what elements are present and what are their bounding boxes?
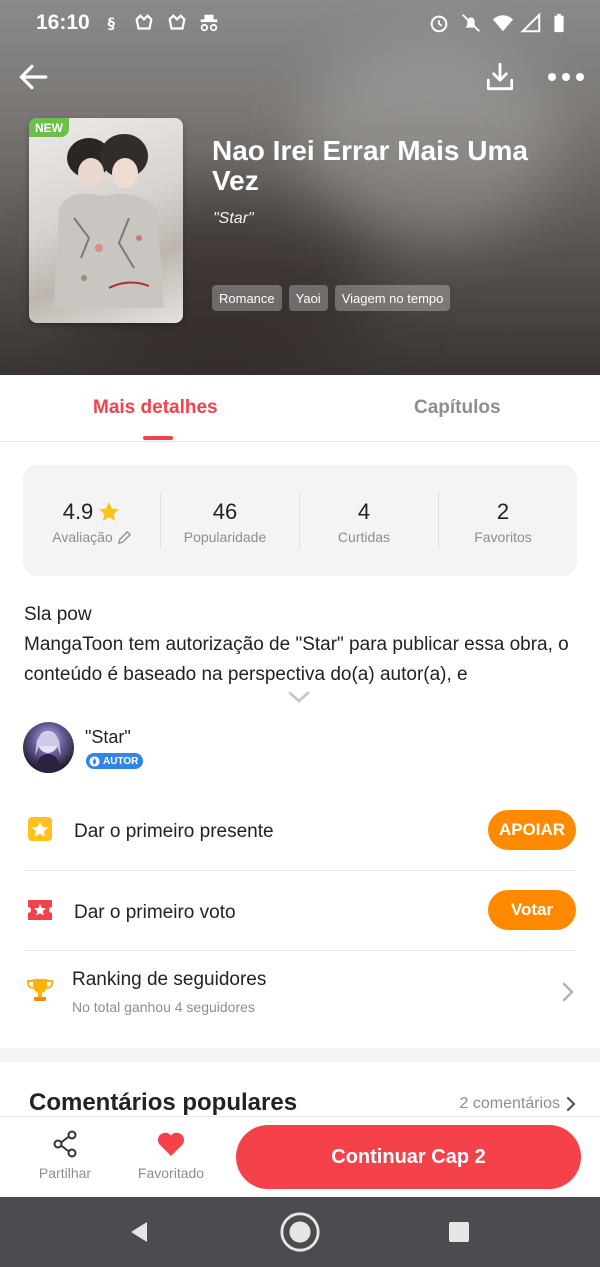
vote-text: Dar o primeiro voto (74, 902, 236, 923)
favorites-label: Favoritos (474, 529, 532, 545)
edit-icon (117, 530, 131, 544)
bottom-action-bar: Partilhar Favoritado Continuar Cap 2 (0, 1117, 600, 1197)
rating-value: 4.9 (62, 499, 94, 524)
tab-indicator (143, 436, 173, 440)
arrow-left-icon (19, 64, 48, 90)
author-name[interactable]: "Star" (85, 727, 131, 748)
wifi-icon (492, 12, 514, 34)
gift-icon (28, 817, 52, 841)
favorite-label: Favoritado (137, 1165, 205, 1181)
stat-favorites: 2 Favoritos (434, 465, 572, 576)
nav-home-button[interactable] (277, 1209, 323, 1255)
star-icon (99, 502, 120, 521)
comic-title: Nao Irei Errar Mais Uma Vez (212, 135, 528, 196)
gift-row[interactable]: Dar o primeiro presente APOIAR (0, 791, 600, 871)
home-circle-icon (280, 1212, 320, 1252)
battery-icon (548, 12, 570, 34)
likes-value: 4 (357, 499, 371, 524)
stat-popularity: 46 Popularidade (156, 465, 294, 576)
download-icon (486, 62, 514, 91)
tag-romance[interactable]: Romance (212, 285, 282, 311)
support-button[interactable]: APOIAR (488, 810, 576, 850)
sim-icon: § (104, 12, 126, 34)
download-button[interactable] (478, 55, 522, 99)
nav-recents-button[interactable] (436, 1209, 482, 1255)
ranking-row[interactable] (0, 952, 600, 1038)
avatar[interactable] (23, 722, 74, 773)
description-line-2: MangaToon tem autorização de "Star" para… (24, 634, 569, 685)
system-nav-bar (0, 1197, 600, 1267)
signal-icon (520, 12, 542, 34)
status-bar: 16:10 § (0, 0, 600, 46)
stat-likes: 4 Curtidas (295, 465, 433, 576)
bell-off-icon (460, 12, 482, 34)
ranking-title: Ranking de seguidores (72, 969, 267, 990)
more-button[interactable] (544, 55, 588, 99)
gift-text: Dar o primeiro presente (74, 821, 274, 842)
heart-icon (157, 1132, 185, 1156)
tab-bar: Mais detalhes Capítulos (0, 375, 600, 442)
popularity-label: Popularidade (183, 529, 267, 545)
tag-list: Romance Yaoi Viagem no tempo (212, 285, 451, 311)
game-icon (133, 12, 155, 34)
comments-title: Comentários populares (29, 1089, 298, 1116)
tag-viagem-no-tempo[interactable]: Viagem no tempo (334, 285, 451, 311)
square-recents-icon (449, 1222, 469, 1242)
trophy-icon (27, 979, 53, 1001)
ranking-subtitle: No total ganhou 4 seguidores (72, 999, 255, 1015)
alarm-icon (428, 12, 450, 34)
chevron-right-icon (566, 1096, 576, 1112)
comments-count-link[interactable]: 2 comentários (460, 1095, 577, 1113)
vote-button[interactable]: Votar (488, 890, 576, 930)
author-badge: AUTOR (86, 753, 144, 769)
share-icon (53, 1130, 77, 1158)
status-time: 16:10 (36, 11, 90, 34)
section-divider (0, 1048, 600, 1062)
more-icon (548, 73, 584, 81)
comments-count: 2 comentários (459, 1095, 561, 1112)
stats-card: 4.9 Avaliação 46 Popularidade 4 Curtidas… (23, 465, 577, 576)
description-line-1: Sla pow (24, 604, 92, 625)
chevron-right-icon (562, 982, 574, 1002)
svg-text:§: § (108, 16, 116, 33)
cover-image[interactable] (29, 118, 183, 323)
incognito-icon (198, 12, 220, 34)
favorites-value: 2 (496, 499, 510, 524)
description[interactable]: Sla pow MangaToon tem autorização de "St… (24, 600, 580, 690)
rating-label: Avaliação (52, 529, 113, 545)
share-button[interactable]: Partilhar (20, 1129, 110, 1181)
ticket-icon (28, 900, 52, 920)
favorite-button[interactable]: Favoritado (126, 1129, 216, 1181)
vote-row[interactable]: Dar o primeiro voto Votar (0, 872, 600, 952)
likes-label: Curtidas (337, 529, 391, 545)
triangle-back-icon (131, 1222, 147, 1242)
comic-author[interactable]: "Star" (213, 210, 254, 228)
badge-icon (89, 755, 100, 767)
back-button[interactable] (11, 55, 55, 99)
chevron-down-icon[interactable] (287, 690, 311, 704)
share-label: Partilhar (38, 1165, 92, 1181)
tag-yaoi[interactable]: Yaoi (288, 285, 328, 311)
tab-chapters[interactable]: Capítulos (414, 397, 501, 419)
tab-details[interactable]: Mais detalhes (93, 397, 218, 419)
stat-rating[interactable]: 4.9 Avaliação (23, 465, 161, 576)
nav-back-button[interactable] (116, 1209, 162, 1255)
popularity-value: 46 (212, 499, 238, 524)
hero-header: 16:10 § NEW Nao Irei Errar Mais Uma Vez … (0, 0, 600, 375)
game-icon (166, 12, 188, 34)
continue-reading-button[interactable]: Continuar Cap 2 (236, 1125, 581, 1189)
author-badge-label: AUTOR (103, 755, 139, 767)
new-badge: NEW (29, 118, 69, 137)
